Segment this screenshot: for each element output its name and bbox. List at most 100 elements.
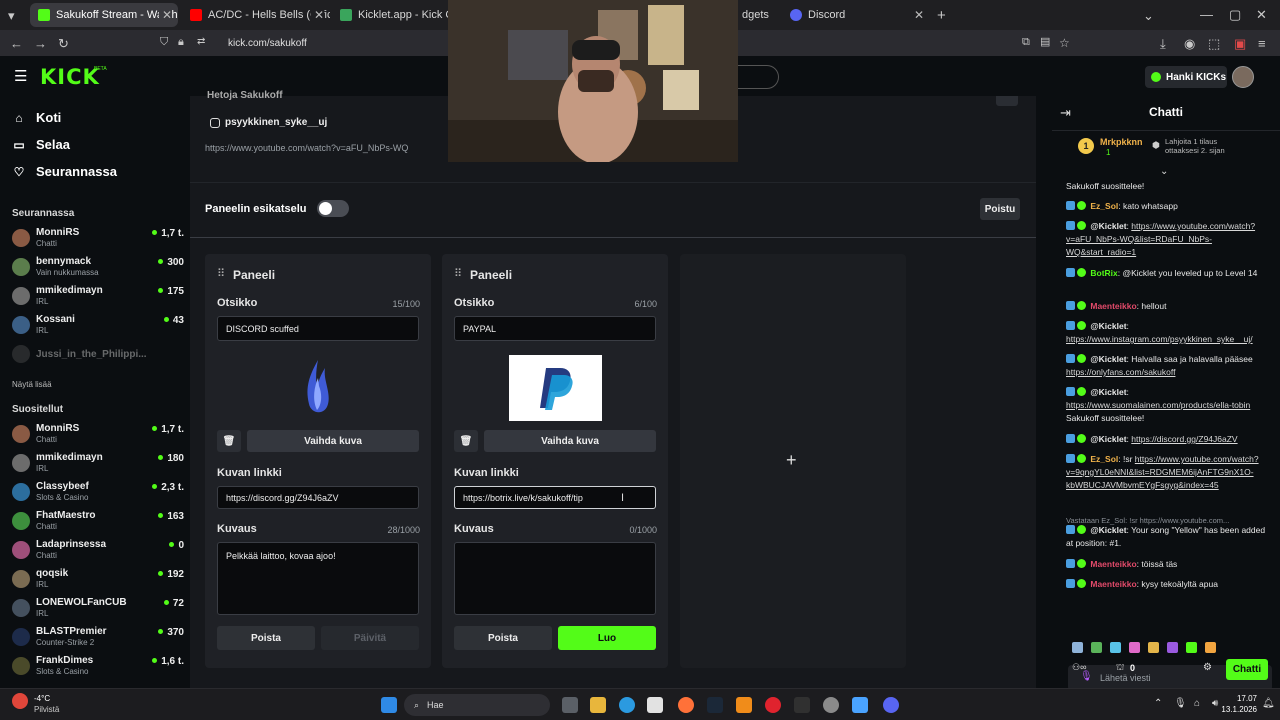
chat-username[interactable]: @Kicklet	[1090, 434, 1126, 444]
channel-item[interactable]: mmikedimayn IRL 175	[12, 284, 184, 312]
lock-icon[interactable]: 🔒︎	[178, 37, 184, 48]
screenshot-icon[interactable]: ⧉	[1022, 37, 1030, 48]
delete-panel-button[interactable]: Poista	[454, 626, 552, 650]
title-input[interactable]: DISCORD scuffed	[217, 316, 419, 341]
channel-item[interactable]: Classybeef Slots & Casino 2,3 t.	[12, 480, 184, 508]
chat-username[interactable]: @Kicklet	[1090, 321, 1126, 331]
chat-username[interactable]: @Kicklet	[1090, 221, 1126, 231]
chevron-down-icon[interactable]: ⌄	[1143, 9, 1154, 22]
drag-handle-icon[interactable]: ⠿	[454, 269, 462, 280]
tab-list-icon[interactable]: ▾	[8, 9, 15, 22]
close-tab-icon[interactable]: ✕	[914, 8, 924, 22]
channel-item[interactable]: LONEWOLFanCUB IRL 72	[12, 596, 184, 624]
minimize-icon[interactable]: —	[1200, 8, 1213, 21]
notifications-icon[interactable]: 🔔︎	[1262, 698, 1275, 709]
task-view-icon[interactable]	[562, 697, 578, 713]
browser-tab[interactable]: Sakukoff Stream - Watch Live o ✕	[30, 3, 178, 27]
youtube-link[interactable]: https://www.youtube.com/watch?v=aFU_NbPs…	[205, 143, 408, 153]
chat-link[interactable]: https://onlyfans.com/sakukoff	[1066, 367, 1175, 377]
description-textarea[interactable]	[454, 542, 656, 615]
hamburger-menu-icon[interactable]: ☰	[14, 69, 27, 84]
channel-item[interactable]: BLASTPremier Counter-Strike 2 370	[12, 625, 184, 653]
nav-browse[interactable]: ▭ Selaa	[12, 137, 70, 152]
emote-icon[interactable]	[1167, 642, 1178, 653]
chat-settings-icon[interactable]: ⚙	[1203, 662, 1212, 673]
channel-item[interactable]: MonniRS Chatti 1,7 t.	[12, 422, 184, 450]
create-panel-button[interactable]: Luo	[558, 626, 656, 650]
extension-badge-icon[interactable]: ▣	[1234, 37, 1246, 50]
chat-link[interactable]: https://discord.gg/Z94J6aZV	[1131, 434, 1237, 444]
show-more-link[interactable]: Näytä lisää	[12, 380, 52, 389]
discord-app-icon[interactable]	[883, 697, 899, 713]
clock-time[interactable]: 17.07	[1227, 694, 1257, 703]
tray-overflow-icon[interactable]: ⌃	[1154, 698, 1162, 709]
forward-icon[interactable]: →	[34, 37, 47, 50]
shield-icon[interactable]: ⛉	[160, 37, 168, 48]
terminal-icon[interactable]	[794, 697, 810, 713]
browser-tab[interactable]: dgets	[734, 3, 780, 27]
download-icon[interactable]: ⤓	[1160, 37, 1166, 50]
emote-icon[interactable]	[1091, 642, 1102, 653]
drag-handle-icon[interactable]: ⠿	[217, 269, 225, 280]
chat-link[interactable]: https://www.instagram.com/psyykkinen_syk…	[1066, 334, 1253, 344]
channel-item[interactable]: Jussi_in_the_Philippi...	[12, 342, 184, 370]
kick-logo[interactable]: KICK	[40, 65, 100, 89]
network-icon[interactable]: ⌂	[1194, 698, 1200, 709]
account-icon[interactable]: ◉	[1184, 37, 1195, 50]
permissions-icon[interactable]: ⇄	[197, 37, 205, 47]
opera-icon[interactable]	[765, 697, 781, 713]
user-avatar[interactable]	[1232, 66, 1254, 88]
emote-icon[interactable]	[1205, 642, 1216, 653]
volume-icon[interactable]: 🔊︎	[1212, 698, 1218, 709]
nav-home[interactable]: ⌂ Koti	[12, 110, 61, 125]
delete-image-button[interactable]: 🗑︎	[217, 430, 241, 452]
search-input[interactable]	[736, 65, 779, 89]
close-tab-icon[interactable]: ✕	[310, 8, 324, 22]
menu-icon[interactable]: ≡	[1258, 37, 1266, 50]
channel-item[interactable]: mmikedimayn IRL 180	[12, 451, 184, 479]
change-image-button[interactable]: Vaihda kuva	[247, 430, 419, 452]
channel-item[interactable]: Kossani IRL 43	[12, 313, 184, 341]
title-input[interactable]: PAYPAL	[454, 316, 656, 341]
browser-tab[interactable]: AC/DC - Hells Bells (Official 4K ✕	[182, 3, 330, 27]
url-text[interactable]: kick.com/sakukoff	[228, 38, 307, 49]
app-icon[interactable]	[852, 697, 868, 713]
chat-username[interactable]: @Kicklet	[1090, 525, 1126, 535]
pinned-collapse-icon[interactable]: ⌄	[1160, 166, 1168, 177]
instagram-link[interactable]: psyykkinen_syke__uj	[210, 117, 327, 128]
edit-about-button[interactable]	[996, 96, 1018, 106]
chat-username[interactable]: Maenteikko	[1090, 579, 1136, 589]
maximize-icon[interactable]: ▢	[1229, 8, 1241, 21]
bookmark-star-icon[interactable]: ☆	[1059, 37, 1070, 49]
close-window-icon[interactable]: ✕	[1256, 8, 1267, 21]
chat-username[interactable]: @Kicklet	[1090, 387, 1126, 397]
store-icon[interactable]	[647, 697, 663, 713]
delete-panel-button[interactable]: Poista	[217, 626, 315, 650]
taskbar-search[interactable]: ⌕ Hae	[404, 694, 550, 716]
panel-preview-toggle[interactable]	[317, 200, 349, 217]
browser-tab[interactable]: Discord ✕	[782, 3, 930, 27]
emote-icon[interactable]	[1110, 642, 1121, 653]
steam-icon[interactable]	[707, 697, 723, 713]
chat-username[interactable]: BotRix	[1090, 268, 1117, 278]
image-link-input[interactable]: https://discord.gg/Z94J6aZV	[217, 486, 419, 509]
reload-icon[interactable]: ↻	[58, 37, 69, 50]
windows-start-icon[interactable]	[381, 697, 397, 713]
change-image-button[interactable]: Vaihda kuva	[484, 430, 656, 452]
get-kicks-button[interactable]: Hanki KICKs	[1145, 66, 1227, 88]
chat-username[interactable]: Maenteikko	[1090, 559, 1136, 569]
image-link-input[interactable]: https://botrix.live/k/sakukoff/tip	[454, 486, 656, 509]
add-panel-card[interactable]: +	[680, 254, 906, 668]
shop-icon[interactable]: ⛫	[1116, 662, 1124, 674]
emote-icon[interactable]	[1148, 642, 1159, 653]
microphone-tray-icon[interactable]: 🎙︎	[1174, 698, 1187, 709]
browser-tab[interactable]: Kicklet.app - Kick Chatb	[332, 3, 450, 27]
emote-icon[interactable]	[1186, 642, 1197, 653]
chat-username[interactable]: Ez_Sol	[1090, 454, 1118, 464]
delete-image-button[interactable]: 🗑︎	[454, 430, 478, 452]
edge-icon[interactable]	[619, 697, 635, 713]
send-chat-button[interactable]: Chatti	[1226, 659, 1268, 680]
emote-icon[interactable]	[1129, 642, 1140, 653]
channel-points-icon[interactable]: ⚇∞	[1072, 662, 1086, 673]
emote-icon[interactable]	[1072, 642, 1083, 653]
